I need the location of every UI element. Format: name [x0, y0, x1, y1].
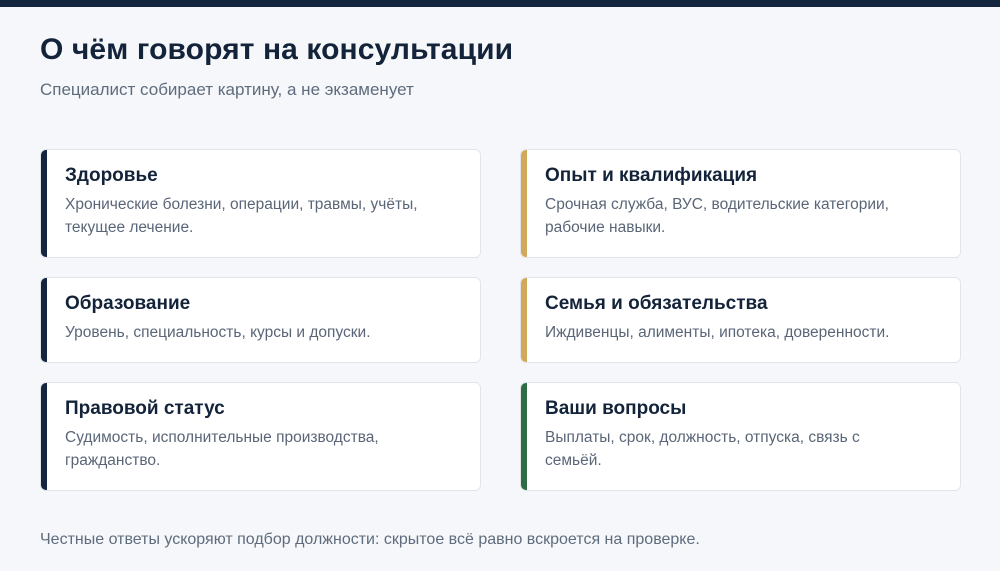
card-health: Здоровье Хронические болезни, операции, … — [40, 149, 481, 258]
card-education: Образование Уровень, специальность, курс… — [40, 277, 481, 363]
footer-note: Честные ответы ускоряют подбор должности… — [40, 531, 700, 548]
card-your-questions: Ваши вопросы Выплаты, срок, должность, о… — [520, 382, 961, 491]
card-accent — [41, 383, 47, 490]
card-family: Семья и обязательства Иждивенцы, алимент… — [520, 277, 961, 363]
card-experience: Опыт и квалификация Срочная служба, ВУС,… — [520, 149, 961, 258]
card-text: Иждивенцы, алименты, ипотека, довереннос… — [545, 324, 890, 341]
card-title: Семья и обязательства — [545, 293, 768, 314]
card-title: Ваши вопросы — [545, 398, 687, 419]
card-accent — [41, 278, 47, 362]
card-title: Образование — [65, 293, 191, 314]
card-accent — [521, 150, 527, 257]
card-legal-status: Правовой статус Судимость, исполнительны… — [40, 382, 481, 491]
card-text: Судимость, исполнительные производства, … — [65, 429, 379, 469]
card-title: Здоровье — [65, 165, 158, 186]
page-subtitle: Специалист собирает картину, а не экзаме… — [40, 80, 414, 99]
card-text: Уровень, специальность, курсы и допуски. — [65, 324, 371, 341]
top-accent-bar — [0, 0, 1000, 7]
card-accent — [41, 150, 47, 257]
card-text: Срочная служба, ВУС, водительские катего… — [545, 196, 889, 236]
card-accent — [521, 383, 527, 490]
card-title: Правовой статус — [65, 398, 225, 419]
card-text: Хронические болезни, операции, травмы, у… — [65, 196, 418, 236]
card-text: Выплаты, срок, должность, отпуска, связь… — [545, 429, 860, 469]
page-title: О чём говорят на консультации — [40, 33, 514, 66]
card-accent — [521, 278, 527, 362]
card-title: Опыт и квалификация — [545, 165, 758, 186]
